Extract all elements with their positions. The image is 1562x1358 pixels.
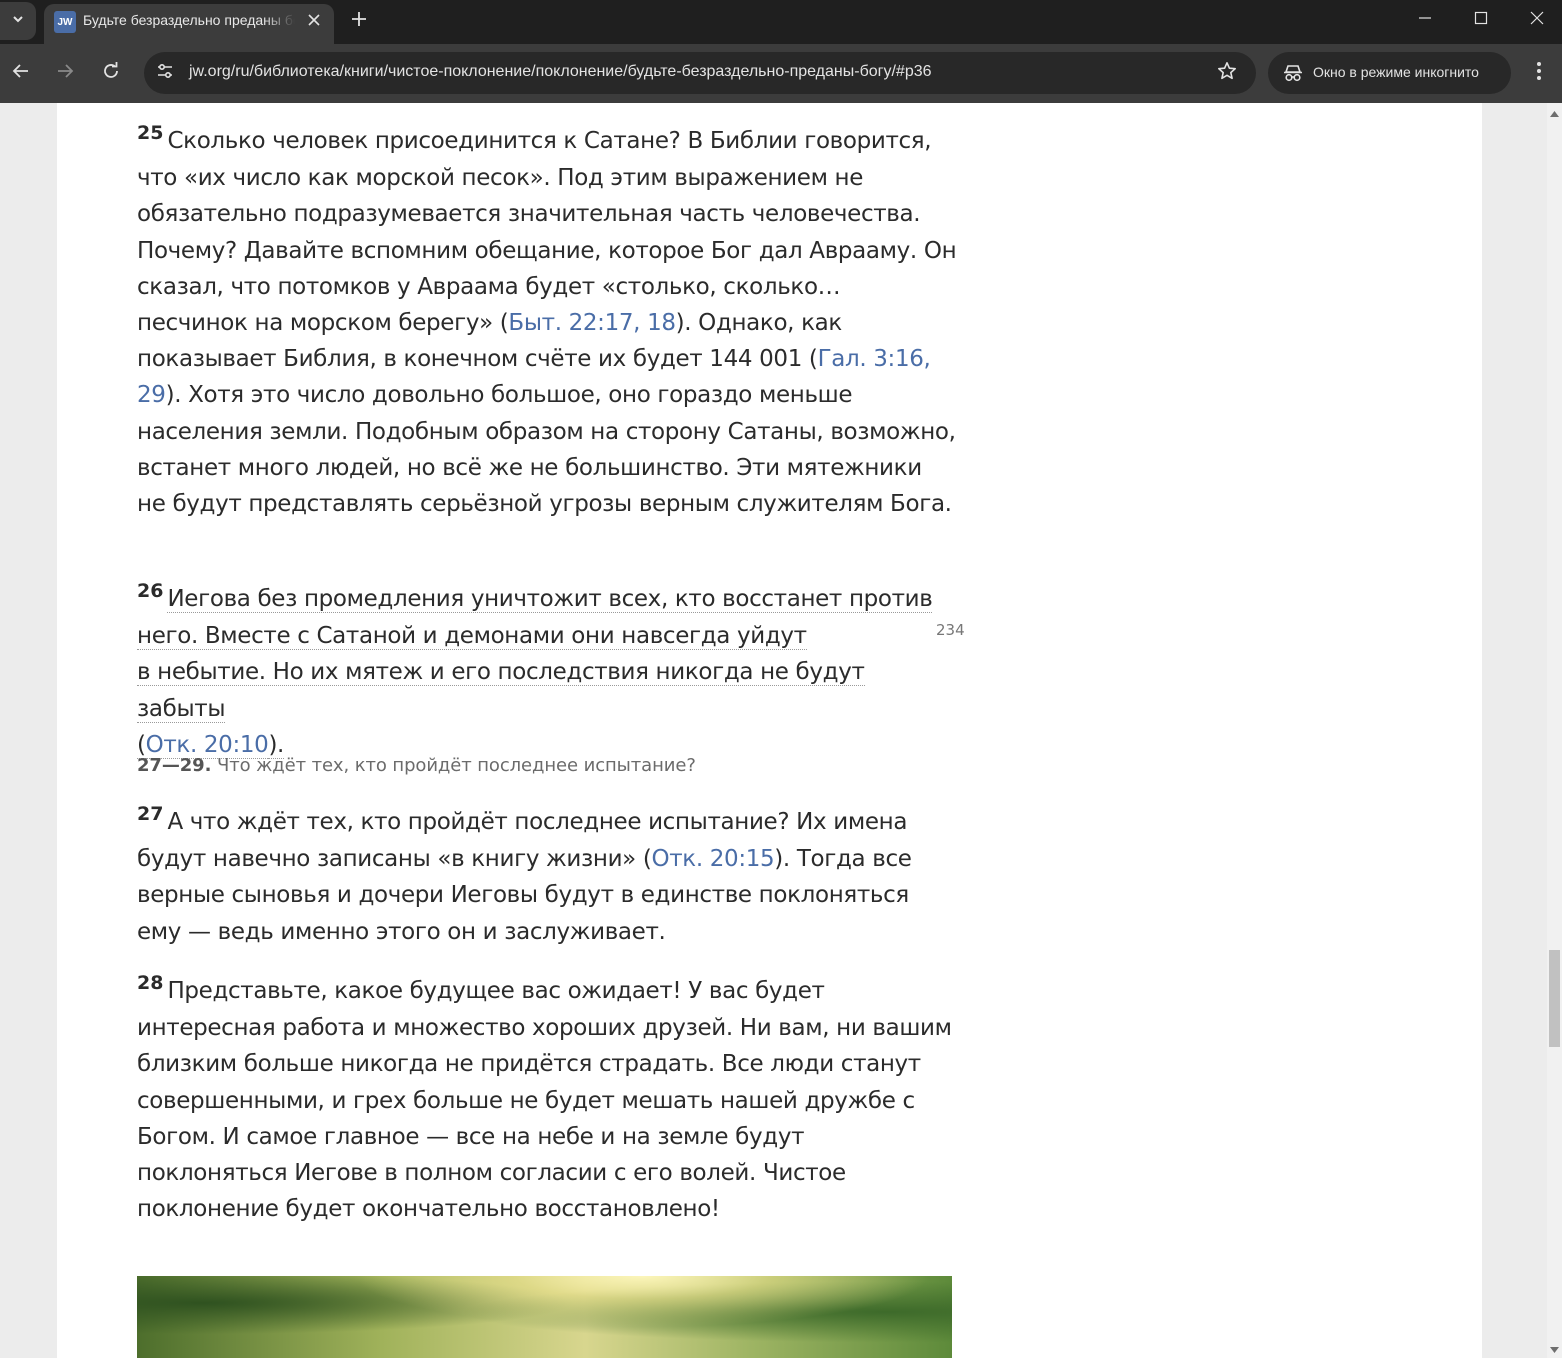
back-button[interactable] [5, 57, 37, 89]
paragraph-25: 25 Сколько человек присоединится к Сатане… [137, 122, 957, 522]
scrollbar-thumb[interactable] [1549, 950, 1560, 1047]
new-tab-button[interactable] [344, 6, 374, 36]
question-range: 27—29. [137, 755, 212, 776]
page-number-marker: 234 [936, 621, 965, 639]
maximize-button[interactable] [1453, 0, 1509, 40]
address-bar[interactable]: jw.org/ru/библиотека/книги/чистое-поклон… [144, 52, 1256, 94]
tab-close-button[interactable] [302, 10, 326, 34]
site-info-button[interactable] [152, 60, 178, 86]
jw-favicon-icon: JW [54, 11, 76, 33]
star-icon [1217, 61, 1237, 86]
browser-title-bar: JW Будьте безраздельно преданы богу [0, 0, 1562, 44]
page-scrollbar[interactable] [1547, 103, 1562, 1358]
scripture-link-rev[interactable]: Отк. 20:15 [651, 846, 774, 872]
article-illustration[interactable] [137, 1276, 952, 1358]
close-icon [308, 13, 320, 31]
incognito-label: Окно в режиме инкогнито [1313, 64, 1479, 80]
more-vertical-icon [1536, 61, 1542, 86]
paragraph-number: 28 [137, 972, 164, 994]
highlighted-text[interactable]: него. Вместе с Сатаной и демонами они на… [137, 623, 807, 651]
active-tab[interactable]: JW Будьте безраздельно преданы богу [44, 4, 334, 44]
paragraph-text: Представьте, какое будущее вас ожидает! … [137, 978, 952, 1223]
incognito-indicator[interactable]: Окно в режиме инкогнито [1268, 52, 1511, 94]
plus-icon [351, 11, 367, 32]
scripture-link-gen[interactable]: Быт. 22:17, 18 [508, 310, 676, 336]
url-text[interactable]: jw.org/ru/библиотека/книги/чистое-поклон… [189, 63, 932, 81]
paragraph-text: ). Хотя это число довольно большое, оно … [137, 382, 956, 518]
paragraph-number: 25 [137, 122, 164, 144]
paragraph-number: 27 [137, 803, 164, 825]
paragraph-number: 26 [137, 580, 164, 602]
reload-button[interactable] [95, 57, 127, 89]
bookmark-button[interactable] [1215, 61, 1239, 85]
page-content: 25 Сколько человек присоединится к Сатане… [57, 103, 1482, 1358]
paragraph-text: Сколько человек присоединится к Сатане? … [137, 128, 957, 337]
study-question: 27—29. Что ждёт тех, кто пройдёт последн… [137, 755, 696, 776]
page-viewport: 25 Сколько человек присоединится к Сатане… [0, 103, 1562, 1358]
arrow-right-icon [56, 62, 74, 85]
reload-icon [102, 61, 120, 85]
forward-button[interactable] [49, 57, 81, 89]
minimize-icon [1418, 11, 1432, 30]
highlighted-text[interactable]: Иегова без промедления уничтожит всех, к… [167, 586, 933, 613]
arrow-left-icon [12, 62, 30, 85]
paragraph-28: 28 Представьте, какое будущее вас ожидает… [137, 972, 957, 1227]
highlighted-text[interactable]: в небытие. Но их мятеж и его последствия… [137, 659, 865, 723]
close-icon [1530, 11, 1544, 30]
tune-icon [156, 62, 174, 85]
incognito-icon [1282, 62, 1304, 84]
browser-toolbar: jw.org/ru/библиотека/книги/чистое-поклон… [0, 44, 1562, 103]
tab-search-button[interactable] [0, 2, 36, 40]
scroll-down-arrow-icon[interactable] [1547, 1343, 1562, 1357]
tab-title: Будьте безраздельно преданы богу [83, 12, 295, 28]
chevron-down-icon [11, 12, 25, 31]
paragraph-27: 27 А что ждёт тех, кто пройдёт последнее … [137, 803, 957, 950]
scroll-up-arrow-icon[interactable] [1547, 107, 1562, 121]
paragraph-26: 26 Иегова без промедления уничтожит всех,… [137, 580, 957, 763]
browser-menu-button[interactable] [1524, 58, 1554, 88]
question-text: Что ждёт тех, кто пройдёт последнее испы… [216, 755, 696, 776]
maximize-icon [1474, 11, 1488, 30]
minimize-button[interactable] [1397, 0, 1453, 40]
close-window-button[interactable] [1509, 0, 1562, 40]
